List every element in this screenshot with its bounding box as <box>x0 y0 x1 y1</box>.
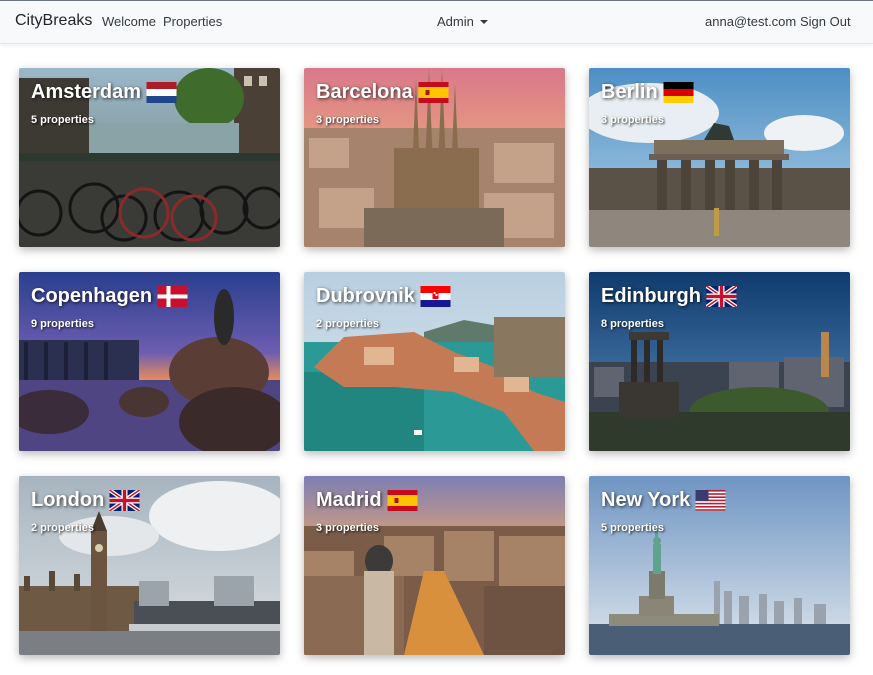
city-card-dubrovnik[interactable]: Dubrovnik 2 properties <box>304 272 565 451</box>
city-name: Madrid <box>316 489 382 511</box>
spain-flag-icon <box>418 82 449 103</box>
property-count: 8 properties <box>601 318 664 330</box>
top-navbar: CityBreaks Welcome Properties Admin anna… <box>0 0 873 44</box>
caret-down-icon <box>479 20 488 24</box>
property-count: 3 properties <box>316 114 379 126</box>
croatia-flag-icon <box>420 286 451 307</box>
property-count: 5 properties <box>601 522 664 534</box>
city-card-copenhagen[interactable]: Copenhagen 9 properties <box>19 272 280 451</box>
property-count: 3 properties <box>601 114 664 126</box>
city-name: Berlin <box>601 81 658 103</box>
city-name: Amsterdam <box>31 81 142 103</box>
property-count: 3 properties <box>316 522 379 534</box>
spain-flag-icon <box>387 490 418 511</box>
property-count: 2 properties <box>31 522 94 534</box>
city-card-barcelona[interactable]: Barcelona 3 properties <box>304 68 565 247</box>
property-count: 5 properties <box>31 114 94 126</box>
city-card-berlin[interactable]: Berlin 3 properties <box>589 68 850 247</box>
city-card-amsterdam[interactable]: Amsterdam 5 properties <box>19 68 280 247</box>
user-email-link[interactable]: anna@test.com <box>705 14 796 29</box>
property-count: 2 properties <box>316 318 379 330</box>
denmark-flag-icon <box>157 286 188 307</box>
city-card-london[interactable]: London 2 properties <box>19 476 280 655</box>
netherlands-flag-icon <box>146 82 177 103</box>
germany-flag-icon <box>663 82 694 103</box>
nav-link-welcome[interactable]: Welcome <box>102 14 156 29</box>
sign-out-link[interactable]: Sign Out <box>800 14 851 29</box>
brand-link[interactable]: CityBreaks <box>15 12 92 30</box>
city-card-madrid[interactable]: Madrid 3 properties <box>304 476 565 655</box>
property-count: 9 properties <box>31 318 94 330</box>
usa-flag-icon <box>695 490 726 511</box>
city-card-edinburgh[interactable]: Edinburgh 8 properties <box>589 272 850 451</box>
city-name: Copenhagen <box>31 285 153 307</box>
city-card-new-york[interactable]: New York 5 properties <box>589 476 850 655</box>
nav-link-properties[interactable]: Properties <box>163 14 222 29</box>
uk-flag-icon <box>109 490 141 511</box>
admin-dropdown-label: Admin <box>437 14 474 29</box>
city-name: Barcelona <box>316 81 413 103</box>
uk-flag-icon <box>705 286 737 307</box>
city-name: New York <box>601 489 691 511</box>
city-name: London <box>31 489 105 511</box>
city-name: Edinburgh <box>601 285 701 307</box>
admin-dropdown[interactable]: Admin <box>437 14 488 29</box>
city-name: Dubrovnik <box>316 285 415 307</box>
